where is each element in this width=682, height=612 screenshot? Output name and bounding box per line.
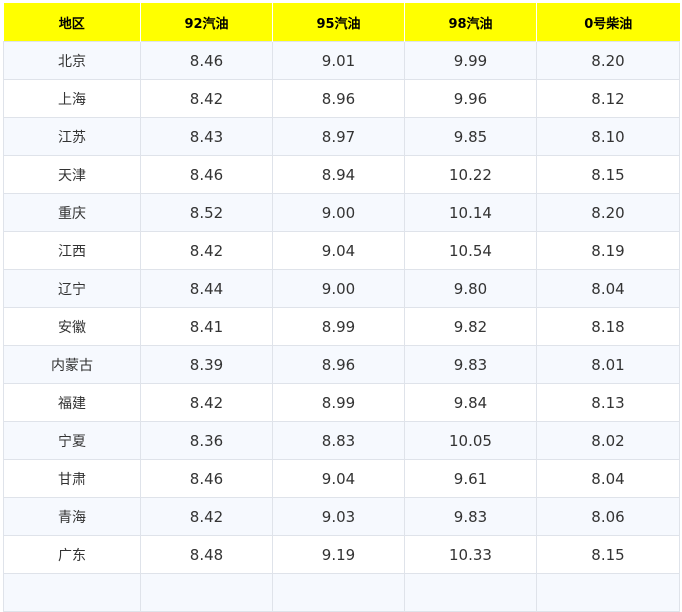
price-98-cell: 9.83 — [404, 497, 537, 536]
price-95-cell: 8.99 — [272, 307, 405, 346]
price-95-cell: 9.00 — [272, 269, 405, 308]
price-92-cell: 8.46 — [140, 41, 273, 80]
table-row: 宁夏 8.36 8.83 10.05 8.02 — [3, 421, 680, 460]
region-cell: 天津 — [3, 155, 141, 194]
price-92-cell: 8.48 — [140, 535, 273, 574]
region-cell: 重庆 — [3, 193, 141, 232]
price-95-cell: 9.04 — [272, 459, 405, 498]
column-header-92-gasoline: 92汽油 — [140, 3, 273, 42]
column-header-95-gasoline: 95汽油 — [272, 3, 405, 42]
price-98-cell — [404, 573, 537, 612]
table-row: 广东 8.48 9.19 10.33 8.15 — [3, 535, 680, 574]
price-95-cell: 9.19 — [272, 535, 405, 574]
price-95-cell: 8.99 — [272, 383, 405, 422]
region-cell: 北京 — [3, 41, 141, 80]
region-cell: 安徽 — [3, 307, 141, 346]
header-row: 地区 92汽油 95汽油 98汽油 0号柴油 — [3, 3, 680, 42]
price-diesel-cell: 8.12 — [536, 79, 680, 118]
table-row: 甘肃 8.46 9.04 9.61 8.04 — [3, 459, 680, 498]
price-diesel-cell: 8.13 — [536, 383, 680, 422]
table-header: 地区 92汽油 95汽油 98汽油 0号柴油 — [3, 3, 680, 42]
column-header-98-gasoline: 98汽油 — [404, 3, 537, 42]
price-95-cell: 9.03 — [272, 497, 405, 536]
price-92-cell: 8.42 — [140, 497, 273, 536]
price-98-cell: 9.99 — [404, 41, 537, 80]
price-diesel-cell: 8.06 — [536, 497, 680, 536]
price-98-cell: 10.54 — [404, 231, 537, 270]
price-98-cell: 9.85 — [404, 117, 537, 156]
price-diesel-cell: 8.15 — [536, 535, 680, 574]
price-diesel-cell: 8.04 — [536, 459, 680, 498]
price-95-cell: 9.01 — [272, 41, 405, 80]
table-row: 天津 8.46 8.94 10.22 8.15 — [3, 155, 680, 194]
price-98-cell: 9.61 — [404, 459, 537, 498]
price-98-cell: 10.22 — [404, 155, 537, 194]
price-98-cell: 9.84 — [404, 383, 537, 422]
price-98-cell: 10.14 — [404, 193, 537, 232]
price-92-cell: 8.42 — [140, 383, 273, 422]
table-row — [3, 573, 680, 612]
price-92-cell — [140, 573, 273, 612]
price-diesel-cell: 8.20 — [536, 41, 680, 80]
price-diesel-cell: 8.19 — [536, 231, 680, 270]
region-cell: 广东 — [3, 535, 141, 574]
table-row: 北京 8.46 9.01 9.99 8.20 — [3, 41, 680, 80]
price-95-cell: 8.96 — [272, 345, 405, 384]
table-body: 北京 8.46 9.01 9.99 8.20 上海 8.42 8.96 9.96 8.12 江苏 8.… — [3, 41, 680, 612]
region-cell: 福建 — [3, 383, 141, 422]
price-98-cell: 9.80 — [404, 269, 537, 308]
fuel-price-table: 地区 92汽油 95汽油 98汽油 0号柴油 北京 8.46 9.01 9.99 8.2… — [3, 3, 680, 612]
region-cell: 青海 — [3, 497, 141, 536]
region-cell: 甘肃 — [3, 459, 141, 498]
table-row: 青海 8.42 9.03 9.83 8.06 — [3, 497, 680, 536]
column-header-0-diesel: 0号柴油 — [536, 3, 680, 42]
table-row: 江苏 8.43 8.97 9.85 8.10 — [3, 117, 680, 156]
price-92-cell: 8.46 — [140, 459, 273, 498]
price-diesel-cell: 8.01 — [536, 345, 680, 384]
table-row: 上海 8.42 8.96 9.96 8.12 — [3, 79, 680, 118]
price-diesel-cell — [536, 573, 680, 612]
price-diesel-cell: 8.04 — [536, 269, 680, 308]
price-diesel-cell: 8.20 — [536, 193, 680, 232]
region-cell: 江苏 — [3, 117, 141, 156]
price-diesel-cell: 8.18 — [536, 307, 680, 346]
price-diesel-cell: 8.10 — [536, 117, 680, 156]
price-95-cell: 9.04 — [272, 231, 405, 270]
price-95-cell: 8.97 — [272, 117, 405, 156]
price-95-cell — [272, 573, 405, 612]
price-95-cell: 8.96 — [272, 79, 405, 118]
price-98-cell: 9.96 — [404, 79, 537, 118]
region-cell — [3, 573, 141, 612]
price-92-cell: 8.43 — [140, 117, 273, 156]
table-row: 辽宁 8.44 9.00 9.80 8.04 — [3, 269, 680, 308]
region-cell: 内蒙古 — [3, 345, 141, 384]
price-92-cell: 8.44 — [140, 269, 273, 308]
price-92-cell: 8.41 — [140, 307, 273, 346]
column-header-region: 地区 — [3, 3, 141, 42]
price-98-cell: 9.83 — [404, 345, 537, 384]
price-92-cell: 8.42 — [140, 79, 273, 118]
table-row: 重庆 8.52 9.00 10.14 8.20 — [3, 193, 680, 232]
price-95-cell: 9.00 — [272, 193, 405, 232]
price-92-cell: 8.42 — [140, 231, 273, 270]
price-92-cell: 8.46 — [140, 155, 273, 194]
price-98-cell: 9.82 — [404, 307, 537, 346]
price-diesel-cell: 8.02 — [536, 421, 680, 460]
table-row: 安徽 8.41 8.99 9.82 8.18 — [3, 307, 680, 346]
price-92-cell: 8.36 — [140, 421, 273, 460]
table-row: 江西 8.42 9.04 10.54 8.19 — [3, 231, 680, 270]
region-cell: 江西 — [3, 231, 141, 270]
region-cell: 辽宁 — [3, 269, 141, 308]
table-row: 福建 8.42 8.99 9.84 8.13 — [3, 383, 680, 422]
table-row: 内蒙古 8.39 8.96 9.83 8.01 — [3, 345, 680, 384]
price-98-cell: 10.33 — [404, 535, 537, 574]
price-92-cell: 8.52 — [140, 193, 273, 232]
region-cell: 宁夏 — [3, 421, 141, 460]
region-cell: 上海 — [3, 79, 141, 118]
price-98-cell: 10.05 — [404, 421, 537, 460]
price-92-cell: 8.39 — [140, 345, 273, 384]
price-95-cell: 8.83 — [272, 421, 405, 460]
price-95-cell: 8.94 — [272, 155, 405, 194]
price-diesel-cell: 8.15 — [536, 155, 680, 194]
